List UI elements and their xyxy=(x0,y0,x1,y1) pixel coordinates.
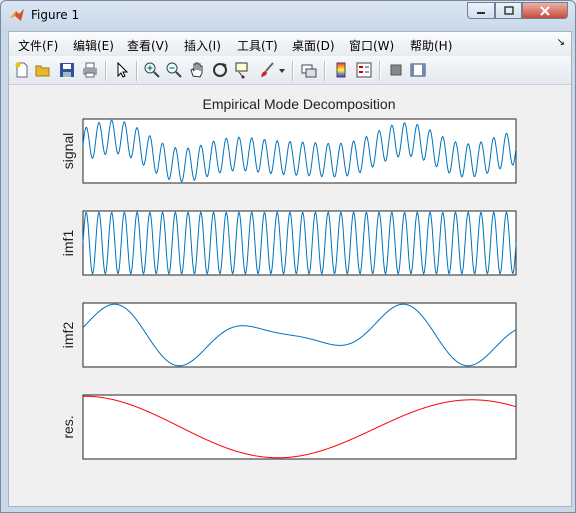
menu-desktop[interactable]: 桌面(D) xyxy=(292,37,335,54)
menu-bar: 文件(F) 编辑(E) 查看(V) 插入(I) 工具(T) 桌面(D) 窗口(W… xyxy=(9,32,571,56)
toolbar-separator xyxy=(292,61,293,81)
menu-window[interactable]: 窗口(W) xyxy=(349,37,394,54)
menu-file[interactable]: 文件(F) xyxy=(18,37,58,54)
emd-plot: Empirical Mode Decomposition signal imf1 i… xyxy=(60,96,517,460)
axes-3[interactable] xyxy=(82,302,517,368)
rotate-3d-icon[interactable] xyxy=(211,61,229,79)
figure-canvas[interactable]: Empirical Mode Decomposition signal imf1 i… xyxy=(9,85,571,506)
axes-1[interactable] xyxy=(82,118,517,184)
toolbar-separator xyxy=(136,61,137,81)
maximize-button[interactable] xyxy=(495,2,522,19)
figure-title: Empirical Mode Decomposition xyxy=(203,96,396,112)
ylabel-3: imf2 xyxy=(60,322,76,349)
print-icon[interactable] xyxy=(81,61,99,79)
matlab-logo-icon xyxy=(10,9,24,21)
window-title: Figure 1 xyxy=(31,8,80,22)
title-bar[interactable]: Figure 1 xyxy=(1,1,575,29)
brush-dropdown-icon[interactable] xyxy=(277,61,287,79)
pointer-icon[interactable] xyxy=(113,61,131,79)
toolbar-separator xyxy=(324,61,325,81)
show-plot-tools-icon[interactable] xyxy=(409,61,427,79)
figure-window: Figure 1 文件(F) 编辑(E) 查看(V) 插入(I) 工具(T) 桌… xyxy=(0,0,576,513)
close-icon xyxy=(540,5,550,16)
ylabel-2: imf1 xyxy=(60,230,76,257)
zoom-in-icon[interactable] xyxy=(143,61,161,79)
pan-hand-icon[interactable] xyxy=(188,61,206,79)
brush-icon[interactable] xyxy=(258,61,276,79)
figure-toolbar xyxy=(9,56,571,85)
axes-4[interactable] xyxy=(82,394,517,460)
open-file-icon[interactable] xyxy=(34,61,52,79)
zoom-out-icon[interactable] xyxy=(165,61,183,79)
new-figure-icon[interactable] xyxy=(13,61,31,79)
save-icon[interactable] xyxy=(58,61,76,79)
minimize-icon xyxy=(477,11,485,14)
menu-edit[interactable]: 编辑(E) xyxy=(73,37,114,54)
minimize-button[interactable] xyxy=(467,2,495,19)
toolbar-separator xyxy=(379,61,380,81)
menu-help[interactable]: 帮助(H) xyxy=(410,37,452,54)
ylabel-4: res. xyxy=(60,415,76,438)
link-plot-icon[interactable] xyxy=(300,61,318,79)
close-button[interactable] xyxy=(522,2,568,19)
menu-insert[interactable]: 插入(I) xyxy=(184,37,221,54)
dock-arrow-icon[interactable]: ↘ xyxy=(557,37,565,48)
ylabel-1: signal xyxy=(60,133,76,170)
menu-tools[interactable]: 工具(T) xyxy=(237,37,278,54)
maximize-icon xyxy=(503,6,514,15)
figure-client: 文件(F) 编辑(E) 查看(V) 插入(I) 工具(T) 桌面(D) 窗口(W… xyxy=(8,31,572,507)
legend-icon[interactable] xyxy=(355,61,373,79)
menu-view[interactable]: 查看(V) xyxy=(127,37,169,54)
data-cursor-icon[interactable] xyxy=(234,61,252,79)
colorbar-icon[interactable] xyxy=(332,61,350,79)
toolbar-separator xyxy=(105,61,106,81)
hide-plot-tools-icon[interactable] xyxy=(387,61,405,79)
